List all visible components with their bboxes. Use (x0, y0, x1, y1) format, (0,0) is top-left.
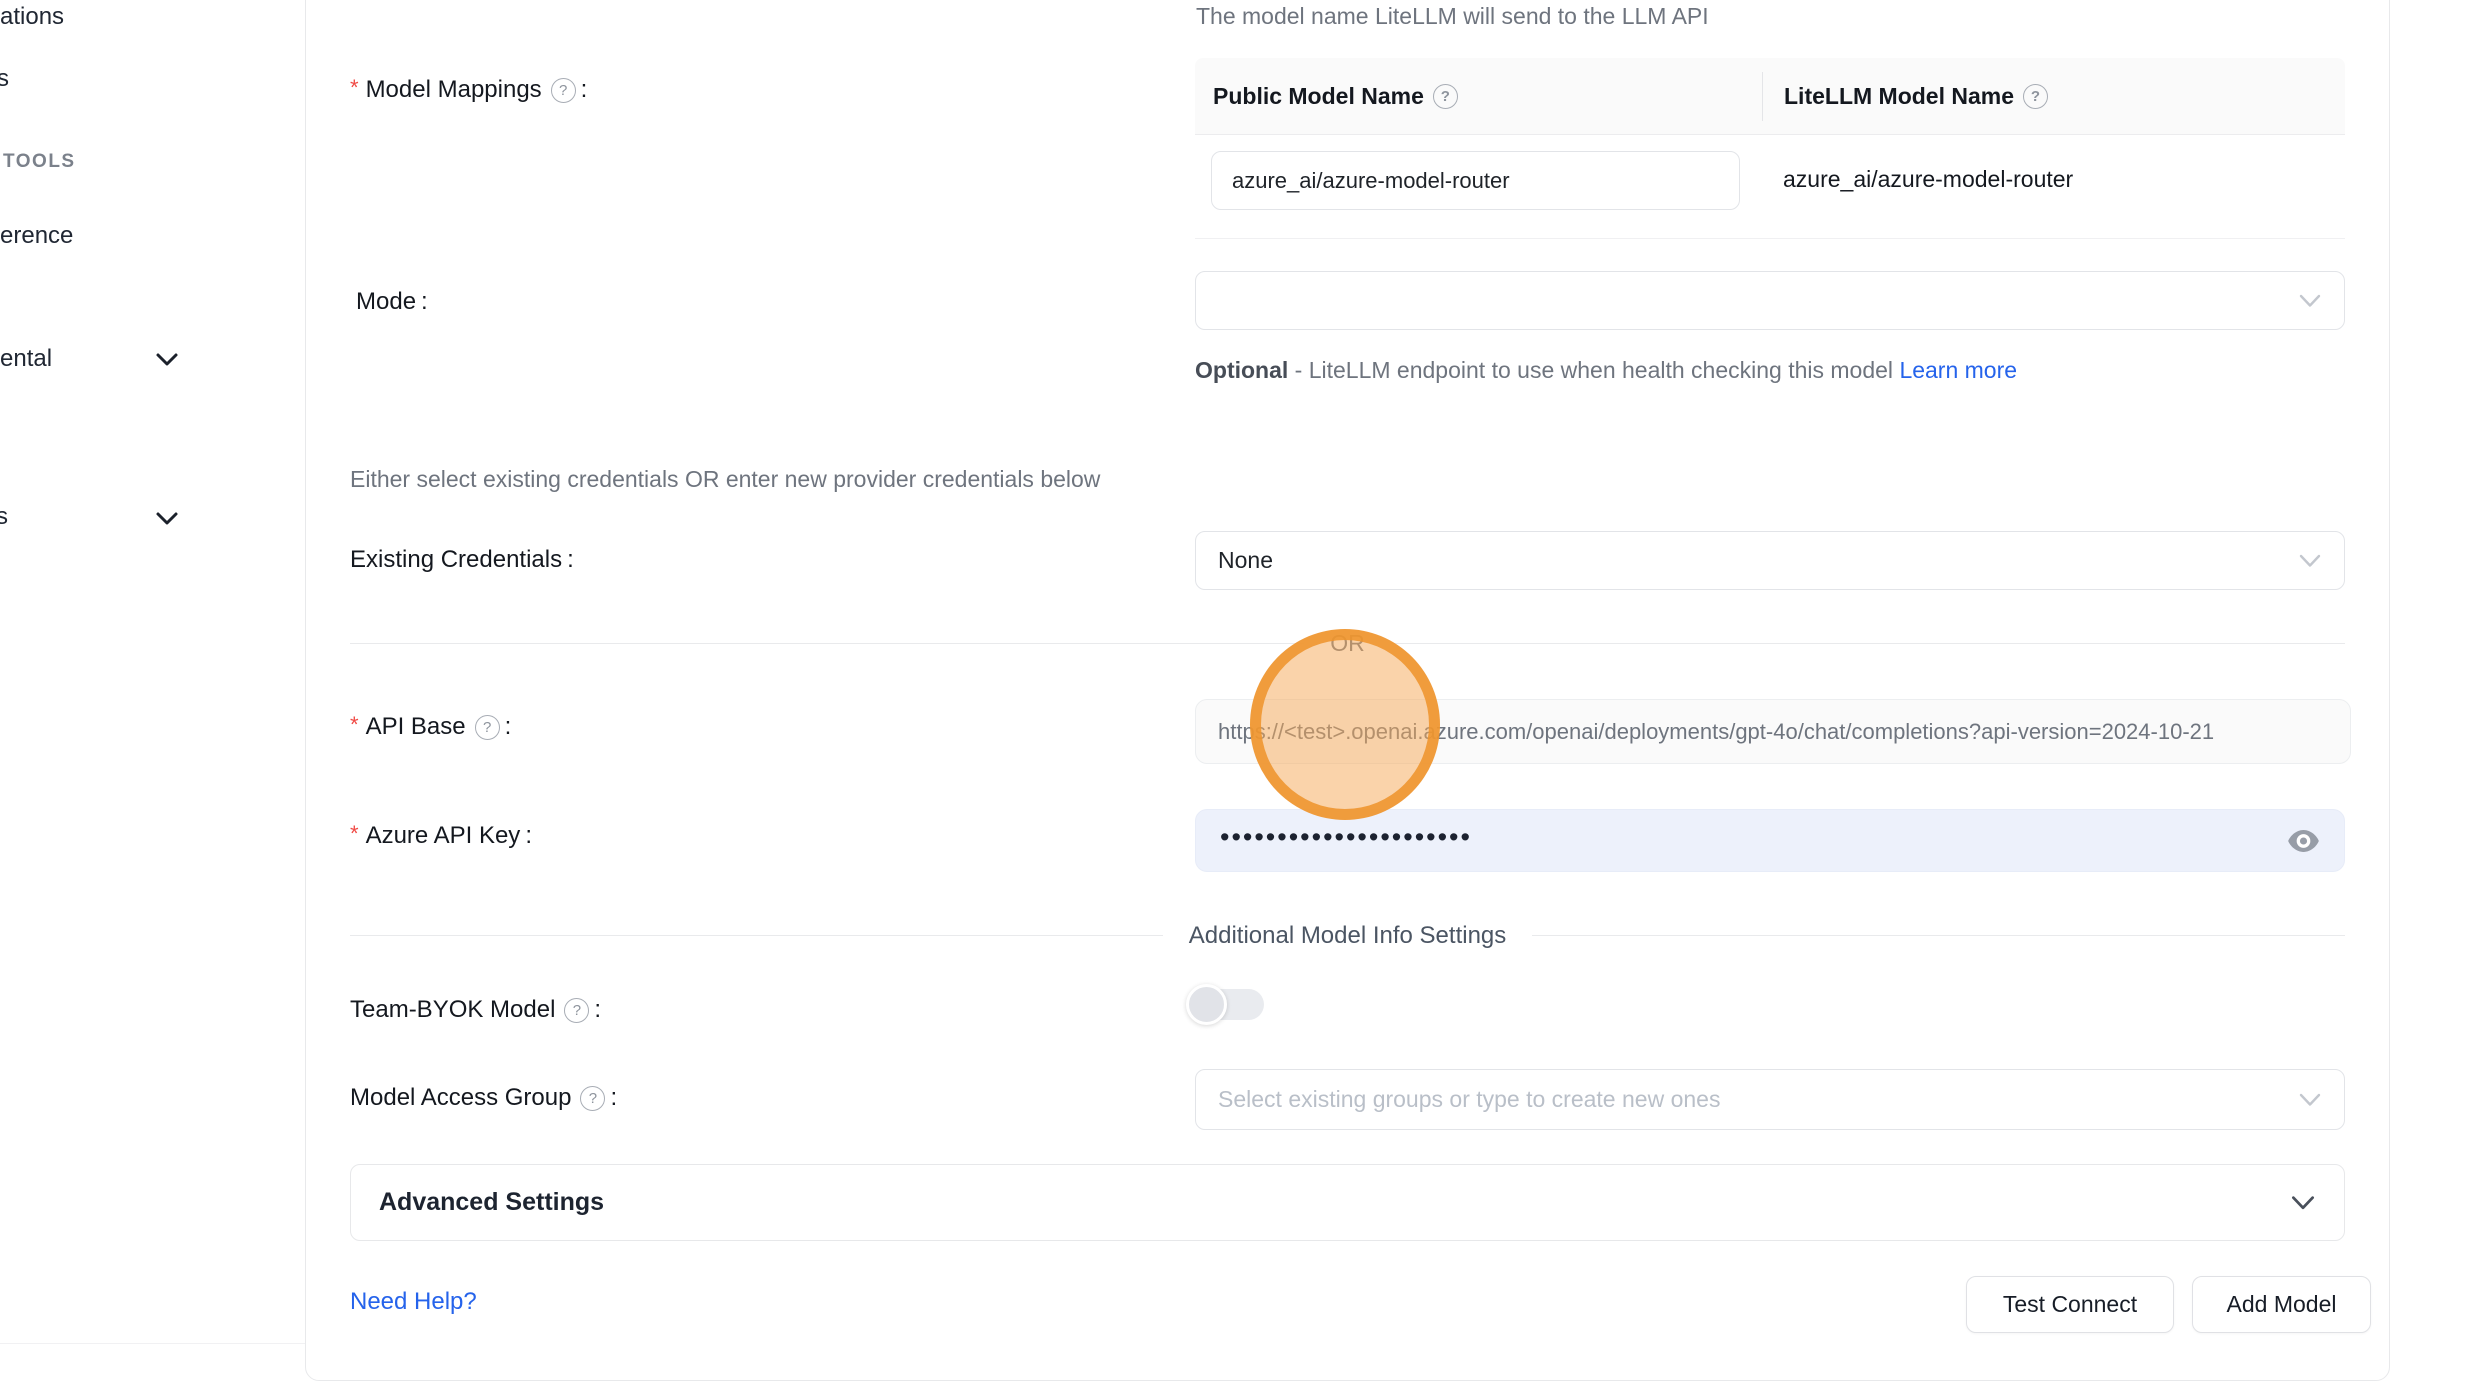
mode-label: Mode: (356, 288, 428, 316)
chevron-down-icon (2298, 1092, 2322, 1107)
model-access-group-select[interactable]: Select existing groups or type to create… (1195, 1069, 2345, 1130)
public-model-name-input[interactable] (1211, 151, 1740, 210)
required-asterisk: * (350, 75, 359, 101)
team-byok-toggle[interactable] (1190, 989, 1264, 1020)
azure-api-key-input[interactable]: •••••••••••••••••••••• (1195, 809, 2345, 872)
additional-settings-title: Additional Model Info Settings (1163, 922, 1533, 950)
sidebar-section-tools: TOOLS (3, 151, 76, 173)
chevron-down-icon (2298, 293, 2322, 308)
model-access-group-label: Model Access Group ? : (350, 1084, 617, 1112)
chevron-down-icon[interactable] (155, 511, 179, 527)
model-mappings-label: * Model Mappings ? : (350, 76, 587, 104)
sidebar-item-1[interactable]: s (0, 65, 9, 93)
additional-settings-divider: Additional Model Info Settings (350, 917, 2345, 954)
table-row-divider (1195, 238, 2345, 239)
learn-more-link[interactable]: Learn more (1899, 357, 2017, 383)
access-group-placeholder: Select existing groups or type to create… (1218, 1086, 1720, 1113)
sidebar-item-organizations[interactable]: ations (0, 3, 64, 31)
help-icon[interactable]: ? (580, 1086, 605, 1111)
azure-api-key-label: * Azure API Key : (350, 822, 532, 850)
masked-key-value: •••••••••••••••••••••• (1220, 824, 1472, 851)
click-indicator-circle (1250, 629, 1440, 820)
existing-credentials-label: Existing Credentials: (350, 546, 574, 574)
chevron-down-icon[interactable] (155, 352, 179, 368)
public-model-name-field (1211, 151, 1740, 210)
sidebar-bottom-divider (0, 1343, 305, 1344)
sidebar-item-reference[interactable]: erence (0, 222, 73, 250)
need-help-link[interactable]: Need Help? (350, 1288, 477, 1316)
advanced-settings-title: Advanced Settings (379, 1188, 604, 1217)
mode-select[interactable] (1195, 271, 2345, 330)
help-icon[interactable]: ? (475, 715, 500, 740)
column-litellm-model-name: LiteLLM Model Name ? (1762, 83, 2053, 110)
test-connect-button[interactable]: Test Connect (1966, 1276, 2174, 1333)
add-model-button[interactable]: Add Model (2192, 1276, 2371, 1333)
eye-icon[interactable] (2287, 828, 2320, 854)
team-byok-label: Team-BYOK Model ? : (350, 996, 601, 1024)
mode-helper-text: Optional - LiteLLM endpoint to use when … (1195, 350, 2315, 390)
toggle-knob (1186, 984, 1227, 1025)
chevron-down-icon (2298, 553, 2322, 568)
required-asterisk: * (350, 712, 359, 738)
required-asterisk: * (350, 821, 359, 847)
sidebar-item-settings[interactable]: s (0, 503, 8, 531)
credentials-note: Either select existing credentials OR en… (350, 466, 1100, 493)
column-divider (1762, 72, 1763, 121)
public-model-name-helper: The model name LiteLLM will send to the … (1196, 3, 1709, 30)
chevron-down-icon (2290, 1195, 2316, 1211)
sidebar-item-experimental[interactable]: ental (0, 345, 52, 373)
column-public-model-name: Public Model Name ? (1195, 83, 1762, 110)
model-mappings-table-header: Public Model Name ? LiteLLM Model Name ? (1195, 58, 2345, 135)
existing-credentials-select[interactable]: None (1195, 531, 2345, 590)
help-icon[interactable]: ? (1433, 84, 1458, 109)
existing-credentials-value: None (1218, 547, 1273, 574)
optional-emphasis: Optional (1195, 357, 1288, 383)
api-base-label: * API Base ? : (350, 713, 511, 741)
help-icon[interactable]: ? (551, 78, 576, 103)
advanced-settings-header[interactable]: Advanced Settings (350, 1164, 2345, 1241)
litellm-model-name-value: azure_ai/azure-model-router (1783, 166, 2073, 193)
help-icon[interactable]: ? (2023, 84, 2048, 109)
help-icon[interactable]: ? (564, 998, 589, 1023)
